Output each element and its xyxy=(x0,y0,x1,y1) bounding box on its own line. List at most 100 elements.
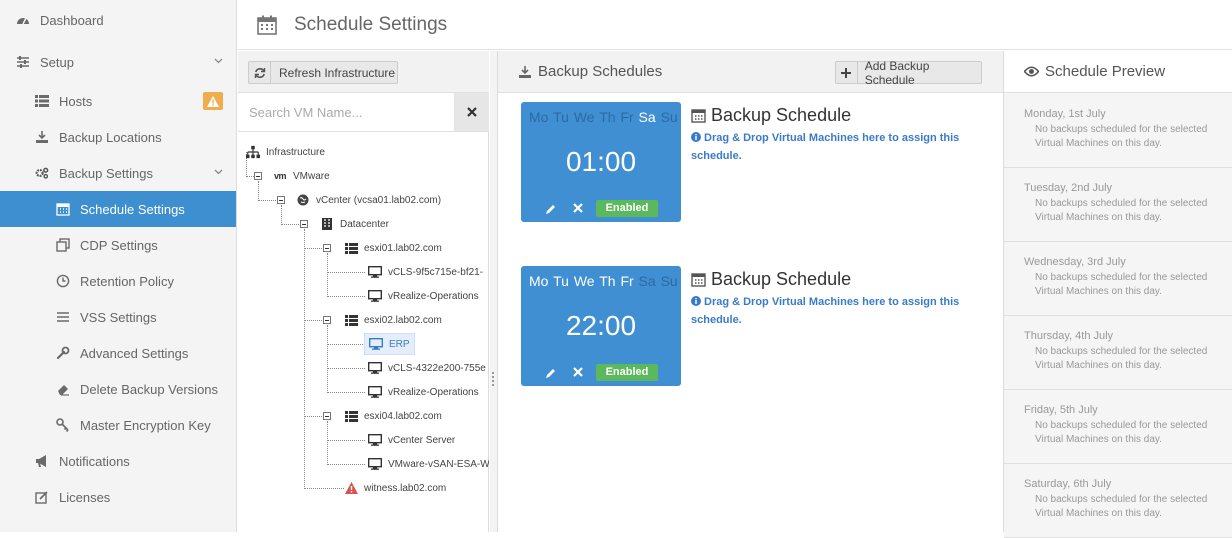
tree-node-esxi04[interactable]: esxi04.lab02.com xyxy=(344,406,442,426)
collapse-toggle[interactable] xyxy=(323,244,331,252)
nav-schedule-settings[interactable]: Schedule Settings xyxy=(0,191,236,227)
chevron-down-icon xyxy=(214,169,223,175)
tree-node-vm[interactable]: vCLS-9f5c715e-bf21- xyxy=(368,262,483,282)
nav-vss-settings[interactable]: VSS Settings xyxy=(0,299,236,335)
nav-hosts-label: Hosts xyxy=(59,93,93,109)
drop-hint-text: Drag & Drop Virtual Machines here to ass… xyxy=(691,132,960,162)
preview-day-name: Friday, 5th July xyxy=(1024,404,1098,416)
add-backup-schedule-button[interactable]: Add Backup Schedule xyxy=(835,59,982,87)
schedule-time: 01:00 xyxy=(565,146,637,177)
calendar-icon xyxy=(56,202,70,216)
nav-hosts[interactable]: Hosts xyxy=(0,83,236,119)
collapse-toggle[interactable] xyxy=(277,196,285,204)
nav-setup[interactable]: Setup xyxy=(0,44,236,80)
bars-icon xyxy=(56,310,70,324)
vmware-icon: vm xyxy=(273,171,287,181)
tree-node-label: witness.lab02.com xyxy=(364,482,447,494)
calendar-icon xyxy=(691,272,706,287)
day-we: We xyxy=(573,109,595,125)
close-icon[interactable] xyxy=(573,367,583,377)
tree-node-vcenter[interactable]: vCenter (vcsa01.lab02.com) xyxy=(296,190,441,210)
wrench-icon xyxy=(56,346,70,360)
download-icon xyxy=(35,130,49,144)
nav-delete-backup-versions-label: Delete Backup Versions xyxy=(80,381,219,397)
drag-handle-icon xyxy=(492,372,494,386)
pencil-icon[interactable] xyxy=(545,367,557,379)
schedule-name-label: Backup Schedule xyxy=(711,105,852,125)
nav-backup-settings[interactable]: Backup Settings xyxy=(0,155,236,191)
tree-connector xyxy=(327,421,328,465)
schedule-card[interactable]: Mo Tu We Th Fr Sa Su 22:00 Enabled xyxy=(521,266,681,386)
tree-node-vm[interactable]: VMware-vSAN-ESA-W xyxy=(368,454,489,474)
tree-node-infrastructure[interactable]: Infrastructure xyxy=(246,142,325,162)
tree-connector xyxy=(327,296,365,297)
day-th: Th xyxy=(599,273,616,289)
tree-node-esxi01[interactable]: esxi01.lab02.com xyxy=(344,238,442,258)
pencil-icon[interactable] xyxy=(545,203,557,215)
tree-node-vm[interactable]: vCenter Server xyxy=(368,430,455,450)
tree-node-esxi02[interactable]: esxi02.lab02.com xyxy=(344,310,442,330)
close-icon[interactable] xyxy=(573,203,583,213)
tree-node-vm[interactable]: vRealize-Operations xyxy=(368,286,479,306)
schedule-preview-title: Schedule Preview xyxy=(1045,63,1166,80)
drop-hint-text: Drag & Drop Virtual Machines here to ass… xyxy=(691,296,960,326)
day-fr: Fr xyxy=(620,273,634,289)
status-badge[interactable]: Enabled xyxy=(596,200,658,217)
collapse-toggle[interactable] xyxy=(300,220,308,228)
nav-master-encryption-key[interactable]: Master Encryption Key xyxy=(0,407,236,443)
day-we: We xyxy=(573,273,595,289)
nav-dashboard[interactable]: Dashboard xyxy=(0,2,236,38)
nav-delete-backup-versions[interactable]: Delete Backup Versions xyxy=(0,371,236,407)
tree-node-label: esxi02.lab02.com xyxy=(364,314,442,326)
nav-notifications[interactable]: Notifications xyxy=(0,443,236,479)
tree-node-label: ERP xyxy=(389,338,410,350)
schedule-name-label: Backup Schedule xyxy=(711,269,852,289)
preview-day: Thursday, 4th July No backups scheduled … xyxy=(1004,316,1232,390)
tree-node-vmware[interactable]: vm VMware xyxy=(273,166,330,186)
tree-node-label: vCenter Server xyxy=(388,434,456,446)
tree-connector xyxy=(304,320,324,321)
nav-advanced-settings[interactable]: Advanced Settings xyxy=(0,335,236,371)
tree-node-label: vCLS-4322e200-755e xyxy=(388,362,486,374)
tree-node-vm-selected[interactable]: ERP xyxy=(364,333,415,355)
day-fr: Fr xyxy=(620,109,634,125)
day-tu: Tu xyxy=(553,109,569,125)
host-list-icon xyxy=(344,313,358,327)
tree-toolbar: Refresh Infrastructure xyxy=(238,51,489,93)
refresh-infrastructure-button[interactable]: Refresh Infrastructure xyxy=(248,61,398,84)
nav-dashboard-label: Dashboard xyxy=(40,12,104,28)
nav-cdp-settings[interactable]: CDP Settings xyxy=(0,227,236,263)
preview-day: Friday, 5th July No backups scheduled fo… xyxy=(1004,390,1232,464)
status-badge[interactable]: Enabled xyxy=(596,364,658,381)
vm-search xyxy=(238,93,489,132)
building-icon xyxy=(320,217,334,231)
nav-schedule-settings-label: Schedule Settings xyxy=(80,201,185,217)
key-icon xyxy=(56,418,70,432)
nav-licenses[interactable]: Licenses xyxy=(0,479,236,515)
tree-connector xyxy=(281,224,299,225)
panel-splitter[interactable] xyxy=(490,51,498,532)
clear-search-button[interactable] xyxy=(454,93,489,131)
tree-node-datacenter[interactable]: Datacenter xyxy=(320,214,389,234)
preview-day-message: No backups scheduled for the selected Vi… xyxy=(1035,346,1208,371)
schedule-card[interactable]: Mo Tu We Th Fr Sa Su 01:00 Enabled xyxy=(521,102,681,222)
tree-node-witness[interactable]: witness.lab02.com xyxy=(344,478,446,498)
nav-retention-policy[interactable]: Retention Policy xyxy=(0,263,236,299)
infrastructure-panel: Refresh Infrastructure Search VM Name...… xyxy=(238,51,489,532)
preview-day-message: No backups scheduled for the selected Vi… xyxy=(1035,420,1208,445)
schedule-name: Backup Schedule xyxy=(691,105,851,126)
sliders-icon xyxy=(16,55,30,69)
tree-node-vm[interactable]: vRealize-Operations xyxy=(368,382,479,402)
gears-icon xyxy=(35,166,49,180)
monitor-icon xyxy=(368,361,382,375)
tree-node-vm[interactable]: vCLS-4322e200-755e xyxy=(368,358,486,378)
tree-connector xyxy=(258,181,259,201)
collapse-toggle[interactable] xyxy=(323,412,331,420)
preview-day-message: No backups scheduled for the selected Vi… xyxy=(1035,494,1208,519)
collapse-toggle[interactable] xyxy=(254,172,262,180)
refresh-infrastructure-label: Refresh Infrastructure xyxy=(279,65,396,80)
collapse-toggle[interactable] xyxy=(323,316,331,324)
nav-backup-locations[interactable]: Backup Locations xyxy=(0,119,236,155)
tree-connector xyxy=(327,344,365,345)
vm-search-input[interactable] xyxy=(238,93,454,131)
